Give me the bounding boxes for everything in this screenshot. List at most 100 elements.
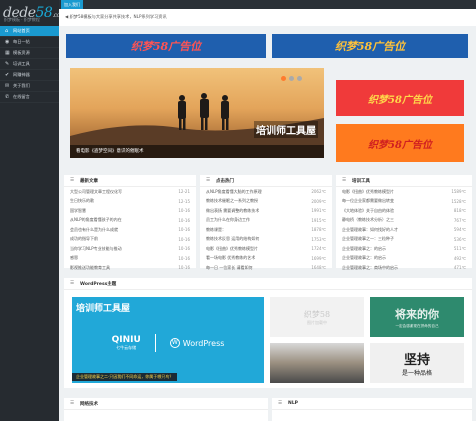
list-item-meta: 10-16 (178, 246, 190, 252)
list-item-title: 影视推送功能教育工具 (70, 264, 110, 270)
list-item-meta: 1878℃ (311, 227, 326, 233)
sidebar-item[interactable]: ✉ 关于我们 (0, 81, 59, 92)
training-tools-panel: ☰ 培训工具 电影《扭曲》优秀教练模型片 1589℃ 每一位企业家都需要做出转变 152… (336, 175, 472, 270)
list-item[interactable]: 电影《扭曲》优秀教练模型片 1589℃ (336, 187, 472, 197)
list-item-title: 大型公司管理文章工程仪化写 (70, 188, 122, 194)
ad-side-1[interactable]: 织梦58广告位 (336, 80, 464, 116)
list-item-meta: 10-16 (178, 255, 190, 261)
slider-dot-1[interactable] (281, 76, 286, 81)
list-item-meta: 1753℃ (311, 236, 326, 242)
sidebar-item[interactable]: ✔ 网赚神器 (0, 70, 59, 81)
wordpress-banner[interactable]: 培训师工具屋 QINIU 七牛云存储 W WordPress 企业管理故事之二·只因… (72, 297, 264, 383)
sidebar-item[interactable]: ✎ 培训工具 (0, 59, 59, 70)
list-item-title: 感恩 (70, 255, 78, 261)
list-item-meta: 1699℃ (311, 255, 326, 261)
list-item-title: 企业管理故事之：的启示 (342, 255, 386, 261)
ad-side-2[interactable]: 织梦58广告位 (336, 124, 464, 162)
list-item[interactable]: 国学智慧 10-16 (64, 206, 196, 216)
sidebar-item[interactable]: ▦ 模板资源 (0, 48, 59, 59)
sidebar-item-label: 网站首页 (13, 28, 30, 33)
image-placeholder[interactable]: 织梦58 图片加载中 (270, 297, 364, 337)
list-item-title: 当你学习NLP专业技能与推动 (70, 245, 122, 251)
list-item-title: 会员也有什么是为什么成就 (70, 226, 118, 232)
list-item-meta: 12-15 (178, 198, 190, 204)
banner-caption: 企业管理故事之二·只因我们不同命运，你属于哪只鸟？ (72, 373, 178, 381)
qiniu-logo: QINIU (111, 335, 141, 345)
image-slider[interactable]: 培训师工具屋 看电影《盗梦空间》意识的催眠术 (70, 68, 324, 158)
list-item[interactable]: 企业管理故事之一：三粒种子 536℃ (336, 235, 472, 245)
list-item[interactable]: 企业管理故事：如何找好的人才 594℃ (336, 225, 472, 235)
slider-dot-2[interactable] (289, 76, 294, 81)
join-button[interactable]: 加入我们 (61, 0, 83, 9)
slider-title: 培训师工具屋 (254, 121, 318, 138)
ad-banner-1[interactable]: 织梦58广告位 (66, 34, 266, 58)
list-item-title: 每一日 一位家长 请看如何 (206, 264, 253, 270)
list-item[interactable]: 企业管理故事之：的启示 511℃ (336, 244, 472, 254)
nav-icon: ▦ (5, 50, 10, 56)
list-item[interactable]: 企业管理故事之：商场中的启示 471℃ (336, 263, 472, 273)
mountain-photo[interactable] (270, 343, 364, 383)
list-item[interactable]: 成功的指导下前 10-16 (64, 235, 196, 245)
slider-dot-3[interactable] (297, 76, 302, 81)
slider-caption[interactable]: 看电影《盗梦空间》意识的催眠术 (70, 145, 324, 158)
list-item-meta: 818℃ (453, 208, 466, 214)
nav-icon: ✔ (5, 72, 10, 78)
list-item[interactable]: 每一日 一位家长 请看如何 1648℃ (200, 263, 332, 273)
list-item-meta: 1915℃ (311, 217, 326, 223)
notice-text: ◀ 织梦58模板与大家分享共享技术，NLP系列学习资讯 (65, 14, 167, 19)
list-item-meta: 471℃ (453, 265, 466, 271)
list-item[interactable]: 从NLP的角度看懂孩子的内在 10-16 (64, 216, 196, 226)
list-item[interactable]: 每一位企业家都需要做出转变 1528℃ (336, 197, 472, 207)
future-you-tile[interactable]: 将来的你 一定会感谢现在拼命的自己 (370, 297, 464, 337)
sidebar-item-label: 关于我们 (13, 83, 30, 88)
list-item-title: 成功的指导下前 (70, 236, 98, 242)
list-item[interactable]: 电影《扭曲》优秀教练模型片 1724℃ (200, 244, 332, 254)
list-item[interactable]: 看一场电影 优秀教练的艺术 1699℃ (200, 254, 332, 264)
list-item[interactable]: 教练技术催眠之一系列之教授 2009℃ (200, 197, 332, 207)
wordpress-panel: ☰ WordPress主题 培训师工具屋 QINIU 七牛云存储 W WordPres… (64, 278, 472, 388)
list-item-title: 电影《扭曲》优秀教练模型片 (342, 188, 394, 194)
list-item[interactable]: 从NLP角度看懂大脑的工作原理 2062℃ (200, 187, 332, 197)
nav-icon: ✆ (5, 94, 10, 100)
list-item-title: 生日快乐的歌 (70, 198, 94, 204)
wordpress-logo: W WordPress (169, 338, 224, 348)
list-item-title: 从NLP的角度看懂孩子的内在 (70, 217, 122, 223)
list-item-title: 教练技术反思 运用的结构如何 (206, 236, 260, 242)
list-icon: ☰ (70, 178, 75, 183)
list-item[interactable]: 《大地体验》关于自由的体验 818℃ (336, 206, 472, 216)
list-item[interactable]: 当你学习NLP专业技能与推动 10-16 (64, 244, 196, 254)
list-item-meta: 10-16 (178, 265, 190, 271)
sidebar-item[interactable]: ✆ 在线留言 (0, 92, 59, 103)
persist-tile[interactable]: 坚持 是一种品格 (370, 343, 464, 383)
list-item-title: 做出表扬 需要调整的教练技术 (206, 207, 260, 213)
nav-icon: ◉ (5, 39, 10, 45)
sidebar-item[interactable]: ◉ 每日一帖 (0, 37, 59, 48)
list-item[interactable]: 教练课是： 1878℃ (200, 225, 332, 235)
list-item-meta: 536℃ (453, 236, 466, 242)
list-item[interactable]: 大型公司管理文章工程仪化写 12-21 (64, 187, 196, 197)
ad-banner-2[interactable]: 织梦58广告位 (272, 34, 468, 58)
list-item-title: 每一位企业家都需要做出转变 (342, 198, 394, 204)
list-item-meta: 10-16 (178, 208, 190, 214)
site-logo[interactable]: dede58.com 织梦模板 · 织梦教程 (0, 0, 65, 26)
list-item-title: 企业管理故事：如何找好的人才 (342, 226, 398, 232)
list-item[interactable]: 会员也有什么是为什么成就 10-16 (64, 225, 196, 235)
list-item[interactable]: 感恩 10-16 (64, 254, 196, 264)
panel-title: 最新文章 (80, 178, 99, 184)
list-item[interactable]: 员工为什么在你身边工作 1915℃ (200, 216, 332, 226)
sidebar-item[interactable]: ⌂ 网站首页 (0, 26, 59, 37)
list-item-meta: 1528℃ (451, 198, 466, 204)
panel-title: 点击热门 (216, 178, 235, 184)
nav-icon: ✉ (5, 83, 10, 89)
list-item[interactable]: 教练技术反思 运用的结构如何 1753℃ (200, 235, 332, 245)
list-item[interactable]: 生日快乐的歌 12-15 (64, 197, 196, 207)
list-item[interactable]: 做出表扬 需要调整的教练技术 1991℃ (200, 206, 332, 216)
list-item[interactable]: 影视推送功能教育工具 10-16 (64, 263, 196, 273)
list-icon: ☰ (278, 401, 283, 406)
list-item[interactable]: 企业管理故事之：的启示 492℃ (336, 254, 472, 264)
sidebar-item-label: 每日一帖 (13, 39, 30, 44)
network-tech-panel: ☰ 网络技术 (64, 398, 268, 421)
list-item-title: 从NLP角度看懂大脑的工作原理 (206, 188, 262, 194)
list-item-meta: 10-16 (178, 227, 190, 233)
list-item[interactable]: 静电桥（教练技术分析）之三 767℃ (336, 216, 472, 226)
